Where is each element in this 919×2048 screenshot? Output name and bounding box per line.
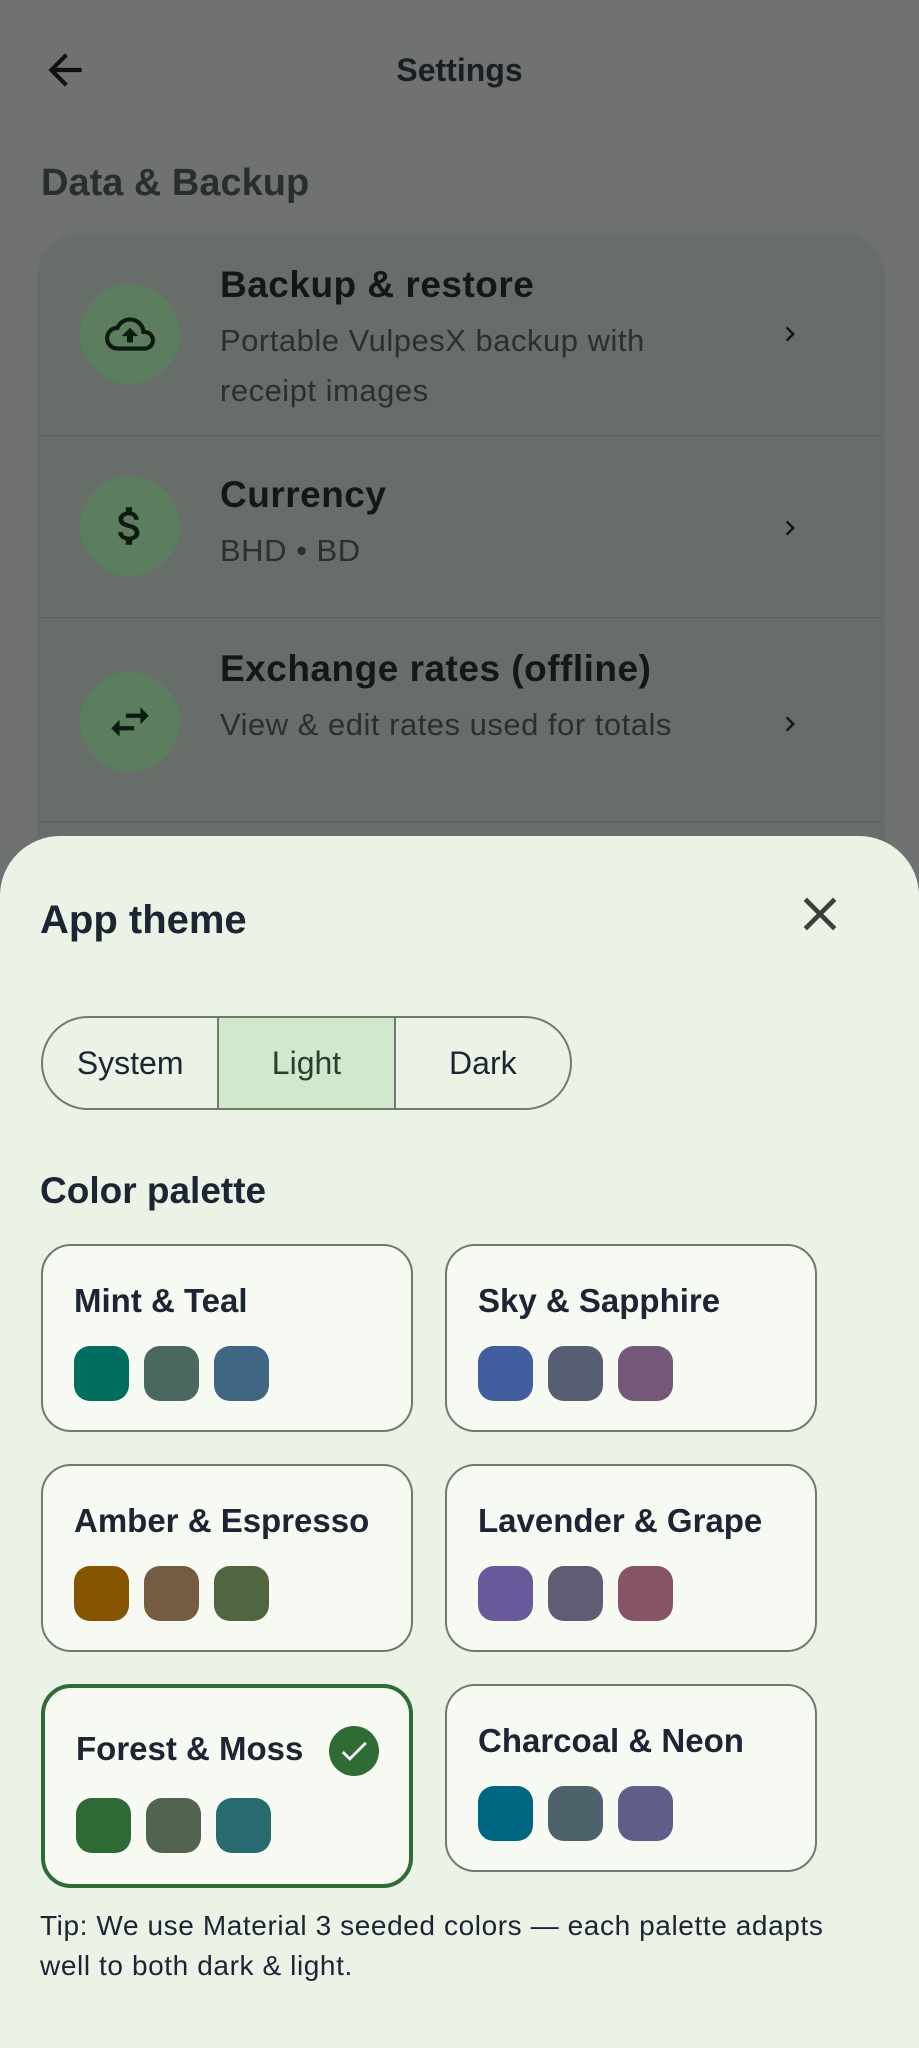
close-icon [803,897,837,931]
palette-name: Mint & Teal [74,1282,248,1319]
palette-name: Forest & Moss [76,1730,304,1767]
color-swatch [618,1786,673,1841]
swatch-row [74,1566,269,1621]
color-swatch [76,1798,131,1853]
row-title: Currency [220,474,387,515]
cloud-upload-icon [105,317,155,351]
dollar-icon [118,507,140,545]
divider [40,821,882,822]
mode-light-button[interactable]: Light [219,1018,396,1108]
color-swatch [618,1566,673,1621]
palette-name: Lavender & Grape [478,1502,763,1539]
color-swatch [144,1566,199,1621]
color-swatch [618,1346,673,1401]
color-swatch [478,1566,533,1621]
color-swatch [548,1566,603,1621]
row-subtitle: Portable VulpesX backup with receipt ima… [220,323,645,408]
palette-card-mint-teal[interactable]: Mint & Teal [41,1244,413,1432]
top-app-bar: Settings [0,0,919,140]
color-swatch [548,1786,603,1841]
palette-card-lavender-grape[interactable]: Lavender & Grape [445,1464,817,1652]
swatch-row [76,1798,271,1853]
exchange-rates-row[interactable]: Exchange rates (offline) View & edit rat… [40,618,882,822]
backup-restore-row[interactable]: Backup & restore Portable VulpesX backup… [40,234,882,436]
palette-name: Charcoal & Neon [478,1722,744,1759]
palette-card-charcoal-neon[interactable]: Charcoal & Neon [445,1684,817,1872]
theme-mode-selector: System Light Dark [41,1016,572,1110]
close-button[interactable] [792,886,848,942]
palette-name: Sky & Sapphire [478,1282,721,1319]
swatch-row [74,1346,269,1401]
color-swatch [214,1346,269,1401]
color-swatch [144,1346,199,1401]
palette-card-amber-espresso[interactable]: Amber & Espresso [41,1464,413,1652]
color-swatch [216,1798,271,1853]
palette-card-forest-moss[interactable]: Forest & Moss [41,1684,413,1888]
sheet-title: App theme [40,898,247,942]
settings-card: Backup & restore Portable VulpesX backup… [40,234,882,854]
mode-dark-button[interactable]: Dark [396,1018,570,1108]
app-theme-sheet: App theme System Light Dark Color palett… [0,836,919,2048]
check-circle-icon [329,1726,379,1776]
mode-system-button[interactable]: System [43,1018,220,1108]
color-swatch [478,1786,533,1841]
swap-icon [111,707,149,737]
section-title: Data & Backup [41,162,310,204]
tip-text: Tip: We use Material 3 seeded colors — e… [40,1910,824,1981]
palette-card-sky-sapphire[interactable]: Sky & Sapphire [445,1244,817,1432]
color-swatch [548,1346,603,1401]
page-title: Settings [396,52,523,88]
color-swatch [478,1346,533,1401]
chevron-right-icon [785,326,795,342]
swatch-row [478,1346,673,1401]
row-subtitle: BHD • BD [220,533,361,568]
swatch-row [478,1786,673,1841]
chevron-right-icon [785,716,795,732]
icon-container [80,284,180,384]
color-swatch [74,1566,129,1621]
palette-title: Color palette [40,1170,267,1211]
row-title: Exchange rates (offline) [220,648,652,689]
swatch-row [478,1566,673,1621]
color-swatch [214,1566,269,1621]
chevron-right-icon [785,520,795,536]
color-swatch [74,1346,129,1401]
row-title: Backup & restore [220,264,535,305]
row-subtitle: View & edit rates used for totals [220,707,672,742]
currency-row[interactable]: Currency BHD • BD [40,436,882,618]
icon-container [80,672,180,772]
icon-container [80,476,180,576]
color-swatch [146,1798,201,1853]
palette-name: Amber & Espresso [74,1502,370,1539]
